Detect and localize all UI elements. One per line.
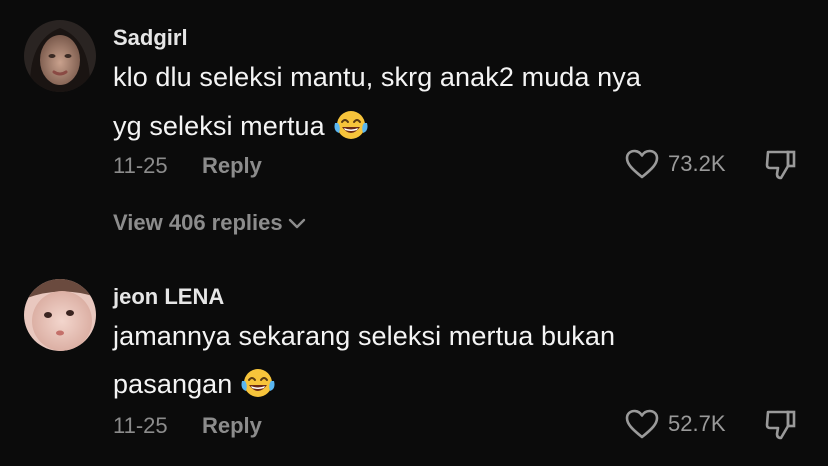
comment-text: yg seleksi mertua: [113, 111, 325, 141]
comment-date: 11-25: [113, 153, 168, 178]
view-replies-button[interactable]: View 406 replies: [113, 210, 307, 236]
heart-icon: [625, 409, 659, 439]
reply-button[interactable]: Reply: [202, 413, 262, 439]
thumbs-down-icon: [765, 410, 796, 440]
like-button[interactable]: 52.7K: [624, 408, 726, 440]
avatar[interactable]: [24, 20, 96, 92]
dislike-button[interactable]: [764, 148, 798, 187]
heart-icon: [625, 149, 659, 179]
comment-date: 11-25: [113, 413, 168, 438]
comment-text: pasangan: [113, 369, 233, 399]
avatar[interactable]: [24, 279, 96, 351]
laughing-tears-emoji-icon: [240, 367, 276, 406]
dislike-button[interactable]: [764, 408, 798, 447]
like-count: 52.7K: [668, 411, 726, 436]
comment-text-line: pasangan: [113, 367, 276, 406]
chevron-down-icon: [288, 218, 305, 229]
comment-text: klo dlu seleksi mantu, skrg anak2 muda n…: [113, 62, 641, 92]
comments-panel: Sadgirl klo dlu seleksi mantu, skrg anak…: [0, 0, 828, 466]
comment-username[interactable]: Sadgirl: [113, 25, 188, 51]
view-replies-label: View 406 replies: [113, 210, 283, 235]
thumbs-down-icon: [765, 150, 796, 180]
comment-text-line: jamannya sekarang seleksi mertua bukan: [113, 321, 615, 352]
reply-button[interactable]: Reply: [202, 153, 262, 179]
comment-text-line: yg seleksi mertua: [113, 109, 369, 148]
comment-text-line: klo dlu seleksi mantu, skrg anak2 muda n…: [113, 62, 641, 93]
laughing-tears-emoji-icon: [333, 109, 369, 148]
like-button[interactable]: 73.2K: [624, 148, 726, 180]
like-count: 73.2K: [668, 151, 726, 176]
comment-username[interactable]: jeon LENA: [113, 284, 224, 310]
comment-text: jamannya sekarang seleksi mertua bukan: [113, 321, 616, 351]
